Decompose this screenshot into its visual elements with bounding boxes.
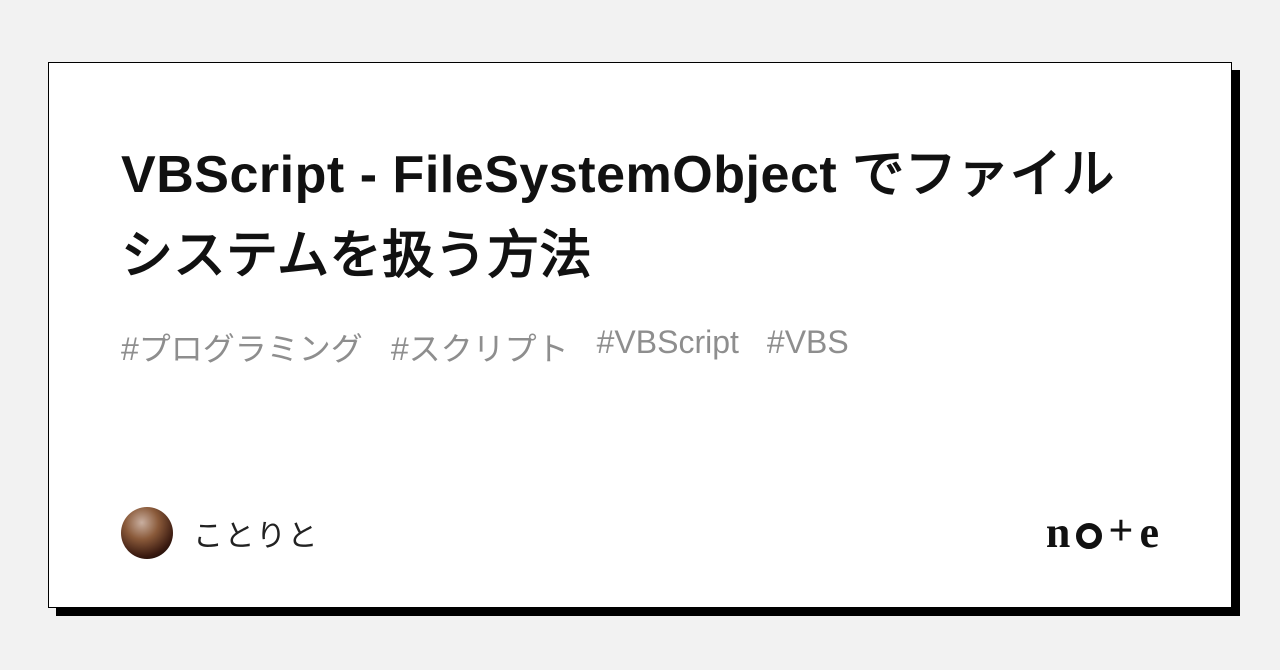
logo-plus-icon: + bbox=[1108, 509, 1133, 553]
card-container: VBScript - FileSystemObject でファイルシステムを扱う… bbox=[48, 62, 1232, 608]
author-name: ことりと bbox=[193, 511, 319, 555]
card-footer: ことりと n + e bbox=[121, 507, 1159, 559]
avatar bbox=[121, 507, 173, 559]
note-logo: n + e bbox=[1046, 511, 1159, 555]
author-block[interactable]: ことりと bbox=[121, 507, 319, 559]
tag-list: #プログラミング #スクリプト #VBScript #VBS bbox=[121, 324, 1159, 370]
tag-item[interactable]: #プログラミング bbox=[121, 324, 363, 370]
tag-item[interactable]: #VBS bbox=[767, 324, 849, 370]
logo-letter-e: e bbox=[1139, 511, 1159, 555]
tag-item[interactable]: #VBScript bbox=[597, 324, 739, 370]
logo-letter-n: n bbox=[1046, 511, 1070, 555]
tag-item[interactable]: #スクリプト bbox=[391, 324, 569, 370]
article-title: VBScript - FileSystemObject でファイルシステムを扱う… bbox=[121, 135, 1159, 296]
logo-letter-o bbox=[1076, 523, 1102, 549]
article-card: VBScript - FileSystemObject でファイルシステムを扱う… bbox=[48, 62, 1232, 608]
